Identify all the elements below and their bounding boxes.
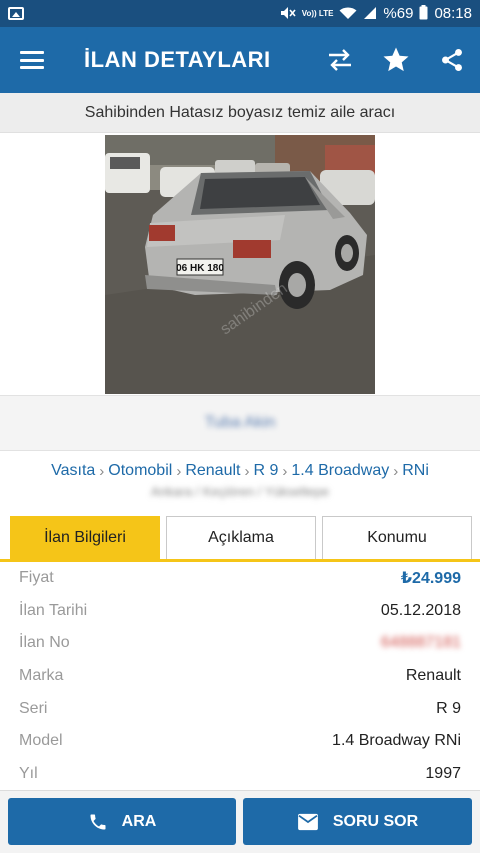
detail-label: Marka	[19, 667, 64, 685]
clock: 08:18	[434, 5, 472, 22]
breadcrumb: Vasıta › Otomobil › Renault › R 9 › 1.4 …	[0, 458, 480, 484]
detail-label: Seri	[19, 699, 48, 717]
favorite-button[interactable]	[368, 27, 424, 93]
chevron-right-icon: ›	[244, 462, 250, 480]
call-button[interactable]: ARA	[8, 798, 236, 845]
compare-button[interactable]	[312, 27, 368, 93]
breadcrumb-r9[interactable]: R 9	[253, 462, 278, 480]
tab-konumu[interactable]: Konumu	[322, 516, 472, 559]
ask-question-label: SORU SOR	[332, 812, 419, 830]
detail-row-price: Fiyat ₺24.999	[0, 562, 480, 595]
status-bar: Vo)) LTE %69 08:18	[0, 0, 480, 27]
detail-value: 1997	[425, 764, 461, 782]
breadcrumb-otomobil[interactable]: Otomobil	[108, 462, 172, 480]
detail-row-series: Seri R 9	[0, 692, 480, 725]
battery-level: %69	[383, 5, 414, 22]
details-list: Fiyat ₺24.999 İlan Tarihi 05.12.2018 İla…	[0, 562, 480, 790]
photo-gallery: 06 HK 180 sahibinden	[0, 133, 480, 395]
breadcrumb-rni[interactable]: RNi	[402, 462, 429, 480]
chevron-right-icon: ›	[99, 462, 105, 480]
phone-icon	[90, 814, 106, 829]
share-button[interactable]	[424, 27, 480, 93]
star-icon	[383, 47, 409, 72]
detail-row-listing-no: İlan No 648887181	[0, 627, 480, 660]
detail-value: R 9	[436, 699, 461, 717]
detail-label: Fiyat	[19, 569, 54, 587]
mute-icon	[280, 6, 296, 22]
menu-button[interactable]	[0, 27, 64, 93]
detail-tabs: İlan Bilgileri Açıklama Konumu	[0, 515, 480, 562]
page-title: İLAN DETAYLARI	[84, 47, 271, 72]
compare-icon	[329, 49, 351, 71]
breadcrumb-vasita[interactable]: Vasıta	[51, 462, 95, 480]
signal-icon	[363, 6, 377, 22]
detail-label: İlan No	[19, 634, 70, 652]
mail-icon	[297, 813, 318, 830]
seller-name: Tuba Akin	[204, 414, 276, 431]
menu-icon	[20, 51, 44, 69]
price-value: ₺24.999	[400, 570, 461, 588]
detail-value: 05.12.2018	[380, 601, 461, 619]
svg-text:06 HK 180: 06 HK 180	[176, 263, 224, 274]
gallery-notification-icon	[8, 7, 24, 20]
detail-value: 648887181	[380, 634, 461, 652]
ask-question-button[interactable]: SORU SOR	[243, 798, 472, 845]
detail-label: İlan Tarihi	[19, 601, 88, 619]
bottom-action-bar: ARA SORU SOR	[0, 790, 480, 853]
detail-row-date: İlan Tarihi 05.12.2018	[0, 595, 480, 628]
volte-indicator: Vo)) LTE	[301, 8, 334, 18]
chevron-right-icon: ›	[393, 462, 399, 480]
detail-value: Renault	[405, 667, 461, 685]
detail-label: Yıl	[19, 764, 38, 782]
breadcrumb-broadway[interactable]: 1.4 Broadway	[291, 462, 389, 480]
car-photo[interactable]: 06 HK 180 sahibinden	[105, 135, 375, 394]
breadcrumb-renault[interactable]: Renault	[185, 462, 240, 480]
detail-row-brand: Marka Renault	[0, 660, 480, 693]
detail-label: Model	[19, 732, 63, 750]
detail-value: 1.4 Broadway RNi	[332, 732, 461, 750]
battery-icon	[419, 5, 428, 22]
tab-ilan-bilgileri[interactable]: İlan Bilgileri	[10, 516, 160, 559]
app-bar: İLAN DETAYLARI	[0, 27, 480, 93]
listing-location: Ankara / Keçiören / Yükseltepe	[150, 484, 330, 499]
wifi-icon	[339, 6, 357, 22]
tab-aciklama[interactable]: Açıklama	[166, 516, 316, 559]
seller-box[interactable]: Tuba Akin	[0, 395, 480, 451]
detail-row-model: Model 1.4 Broadway RNi	[0, 725, 480, 758]
share-icon	[442, 48, 462, 72]
listing-title: Sahibinden Hatasız boyasız temiz aile ar…	[0, 93, 480, 133]
call-label: ARA	[121, 812, 157, 830]
chevron-right-icon: ›	[282, 462, 288, 480]
chevron-right-icon: ›	[176, 462, 182, 480]
detail-row-year: Yıl 1997	[0, 758, 480, 790]
